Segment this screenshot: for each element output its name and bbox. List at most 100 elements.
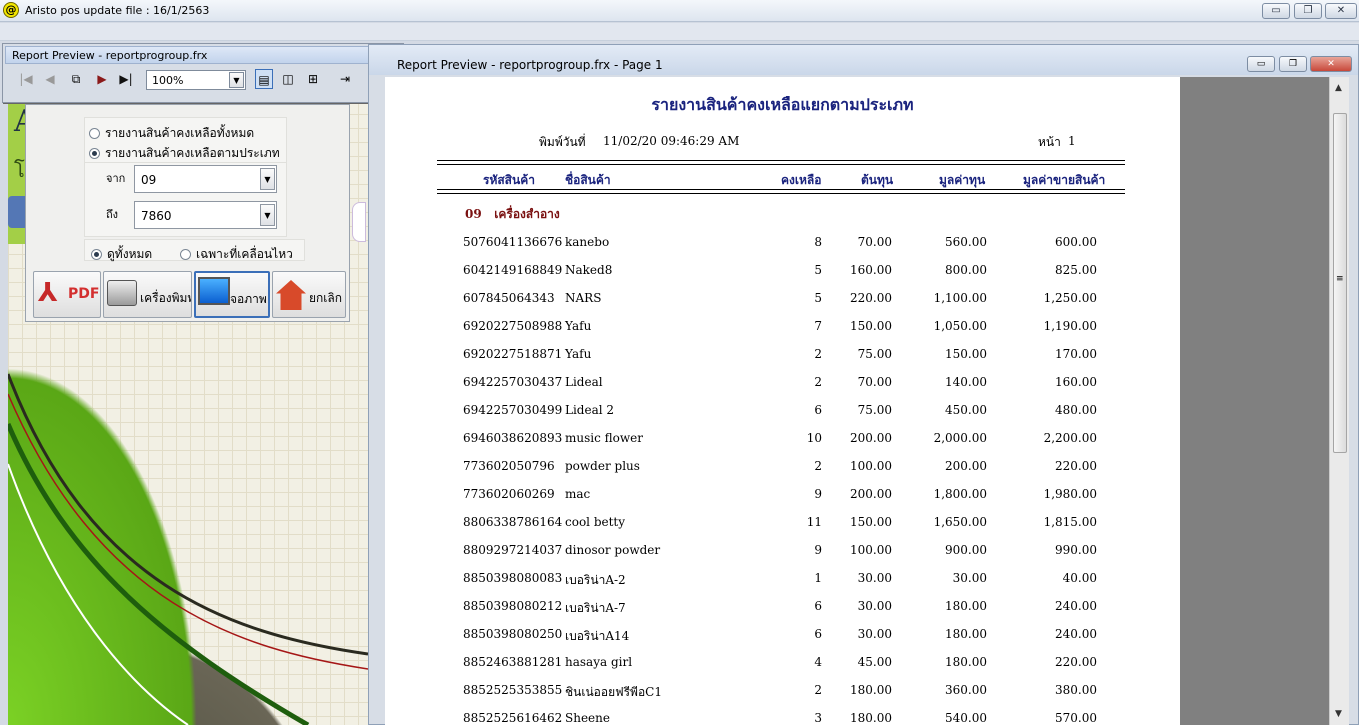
print-date: 11/02/20 09:46:29 AM [603,134,740,148]
row-cost-value: 1,050.00 [933,319,987,333]
chevron-down-icon[interactable]: ▼ [260,168,275,190]
row-qty: 5 [814,263,822,277]
minimize-button[interactable]: ▭ [1247,56,1275,72]
table-row: 773602060269 mac 9 200.00 1,800.00 1,980.00 [385,487,1180,507]
radio-label: เฉพาะที่เคลื่อนไหว [196,247,293,261]
row-sale-value: 1,250.00 [1043,291,1097,305]
one-page-icon[interactable]: ▤ [255,69,273,89]
cancel-button-label: ยกเลิก [309,291,343,305]
exit-preview-icon[interactable]: ⇥ [336,69,354,89]
two-page-icon[interactable]: ◫ [279,69,297,89]
radio-dot-selected [91,249,102,260]
to-combo[interactable]: 7860 ▼ [134,201,277,229]
zoom-select[interactable]: 100% ▼ [146,70,246,90]
header-rule [437,160,1125,161]
row-sale-value: 1,815.00 [1043,515,1097,529]
from-combo[interactable]: 09 ▼ [134,165,277,193]
scroll-down-icon[interactable]: ▼ [1335,709,1342,719]
pdf-icon: ⅄ [38,278,58,308]
row-cost-value: 180.00 [945,599,987,613]
close-button[interactable]: ✕ [1310,56,1352,72]
row-cost: 150.00 [850,319,892,333]
row-code: 6942257030499 [463,403,563,417]
scrollbar-thumb[interactable]: ≡ [1333,113,1347,453]
row-qty: 6 [814,627,822,641]
row-name: เบอริน่าA-7 [565,601,626,615]
radio-view-moving[interactable]: เฉพาะที่เคลื่อนไหว [180,245,293,264]
next-page-icon[interactable]: ▶ [93,69,111,89]
row-cost: 220.00 [850,291,892,305]
row-code: 8852525616462 [463,711,563,725]
report-page: รายงานสินค้าคงเหลือแยกตามประเภท พิมพ์วัน… [385,77,1180,725]
radio-label: รายงานสินค้าคงเหลือทั้งหมด [105,126,255,140]
printer-icon [107,280,137,306]
table-row: 8806338786164 cool betty 11 150.00 1,650.00 1… [385,515,1180,535]
row-name: Yafu [565,347,592,361]
row-cost: 70.00 [857,235,892,249]
chevron-down-icon[interactable]: ▼ [260,204,275,226]
pdf-button-label: PDF [68,286,100,302]
row-cost-value: 360.00 [945,683,987,697]
row-cost-value: 560.00 [945,235,987,249]
row-cost: 30.00 [857,599,892,613]
row-qty: 3 [814,711,822,725]
radio-report-by-type[interactable]: รายงานสินค้าคงเหลือตามประเภท [89,144,280,163]
screen-button[interactable]: จอภาพ [194,271,270,318]
group-code: 09 [465,207,482,221]
row-qty: 9 [814,543,822,557]
row-cost: 200.00 [850,431,892,445]
restore-button[interactable]: ❐ [1294,3,1322,19]
radio-view-all[interactable]: ดูทั้งหมด [91,245,152,264]
report-type-group: รายงานสินค้าคงเหลือทั้งหมด รายงานสินค้าค… [84,117,287,163]
table-row: 8850398080250 เบอริน่าA14 6 30.00 180.00 240.… [385,627,1180,647]
table-row: 8850398080212 เบอริน่าA-7 6 30.00 180.00 240.… [385,599,1180,619]
prev-page-icon[interactable]: ◀ [41,69,59,89]
scroll-up-icon[interactable]: ▲ [1335,83,1342,93]
from-value: 09 [141,173,157,187]
row-code: 6920227508988 [463,319,563,333]
chevron-down-icon[interactable]: ▼ [229,72,244,88]
row-code: 607845064343 [463,291,555,305]
report-title: รายงานสินค้าคงเหลือแยกตามประเภท [651,95,914,114]
row-cost: 75.00 [857,403,892,417]
preview-toolbar-title: Report Preview - reportprogroup.frx [12,49,208,62]
row-qty: 9 [814,487,822,501]
row-qty: 10 [806,431,822,445]
pdf-button[interactable]: ⅄ PDF [33,271,101,318]
menu-band [0,23,1359,41]
minimize-button[interactable]: ▭ [1262,3,1290,19]
row-sale-value: 480.00 [1055,403,1097,417]
table-row: 6942257030437 Lideal 2 70.00 140.00 160.00 [385,375,1180,395]
cancel-button[interactable]: ยกเลิก [272,271,346,318]
row-name: Lideal [565,375,603,389]
row-sale-value: 40.00 [1062,571,1097,585]
col-header-cost: ต้นทุน [861,173,894,187]
row-name: kanebo [565,235,610,249]
row-cost-value: 180.00 [945,627,987,641]
close-button[interactable]: ✕ [1325,3,1357,19]
row-qty: 6 [814,403,822,417]
restore-button[interactable]: ❐ [1279,56,1307,72]
row-qty: 6 [814,599,822,613]
four-page-icon[interactable]: ⊞ [304,69,322,89]
radio-report-all[interactable]: รายงานสินค้าคงเหลือทั้งหมด [89,124,254,143]
row-code: 6942257030437 [463,375,563,389]
header-rule [437,164,1125,165]
to-label: ถึง [106,208,119,221]
row-sale-value: 825.00 [1055,263,1097,277]
printer-button[interactable]: เครื่องพิมพ์ [103,271,192,318]
row-name: Naked8 [565,263,613,277]
row-sale-value: 1,980.00 [1043,487,1097,501]
table-row: 6042149168849 Naked8 5 160.00 800.00 825.00 [385,263,1180,283]
copy-icon[interactable]: ⧉ [67,69,85,89]
home-icon [276,280,306,310]
last-page-icon[interactable]: ▶| [117,69,135,89]
vertical-scrollbar[interactable]: ▲ ≡ ▼ [1329,77,1349,725]
row-sale-value: 220.00 [1055,459,1097,473]
row-cost: 30.00 [857,571,892,585]
row-cost: 180.00 [850,683,892,697]
col-header-qty: คงเหลือ [781,173,822,187]
table-row: 8852463881281 hasaya girl 4 45.00 180.00 220.… [385,655,1180,675]
first-page-icon[interactable]: |◀ [17,69,35,89]
row-code: 8852463881281 [463,655,563,669]
